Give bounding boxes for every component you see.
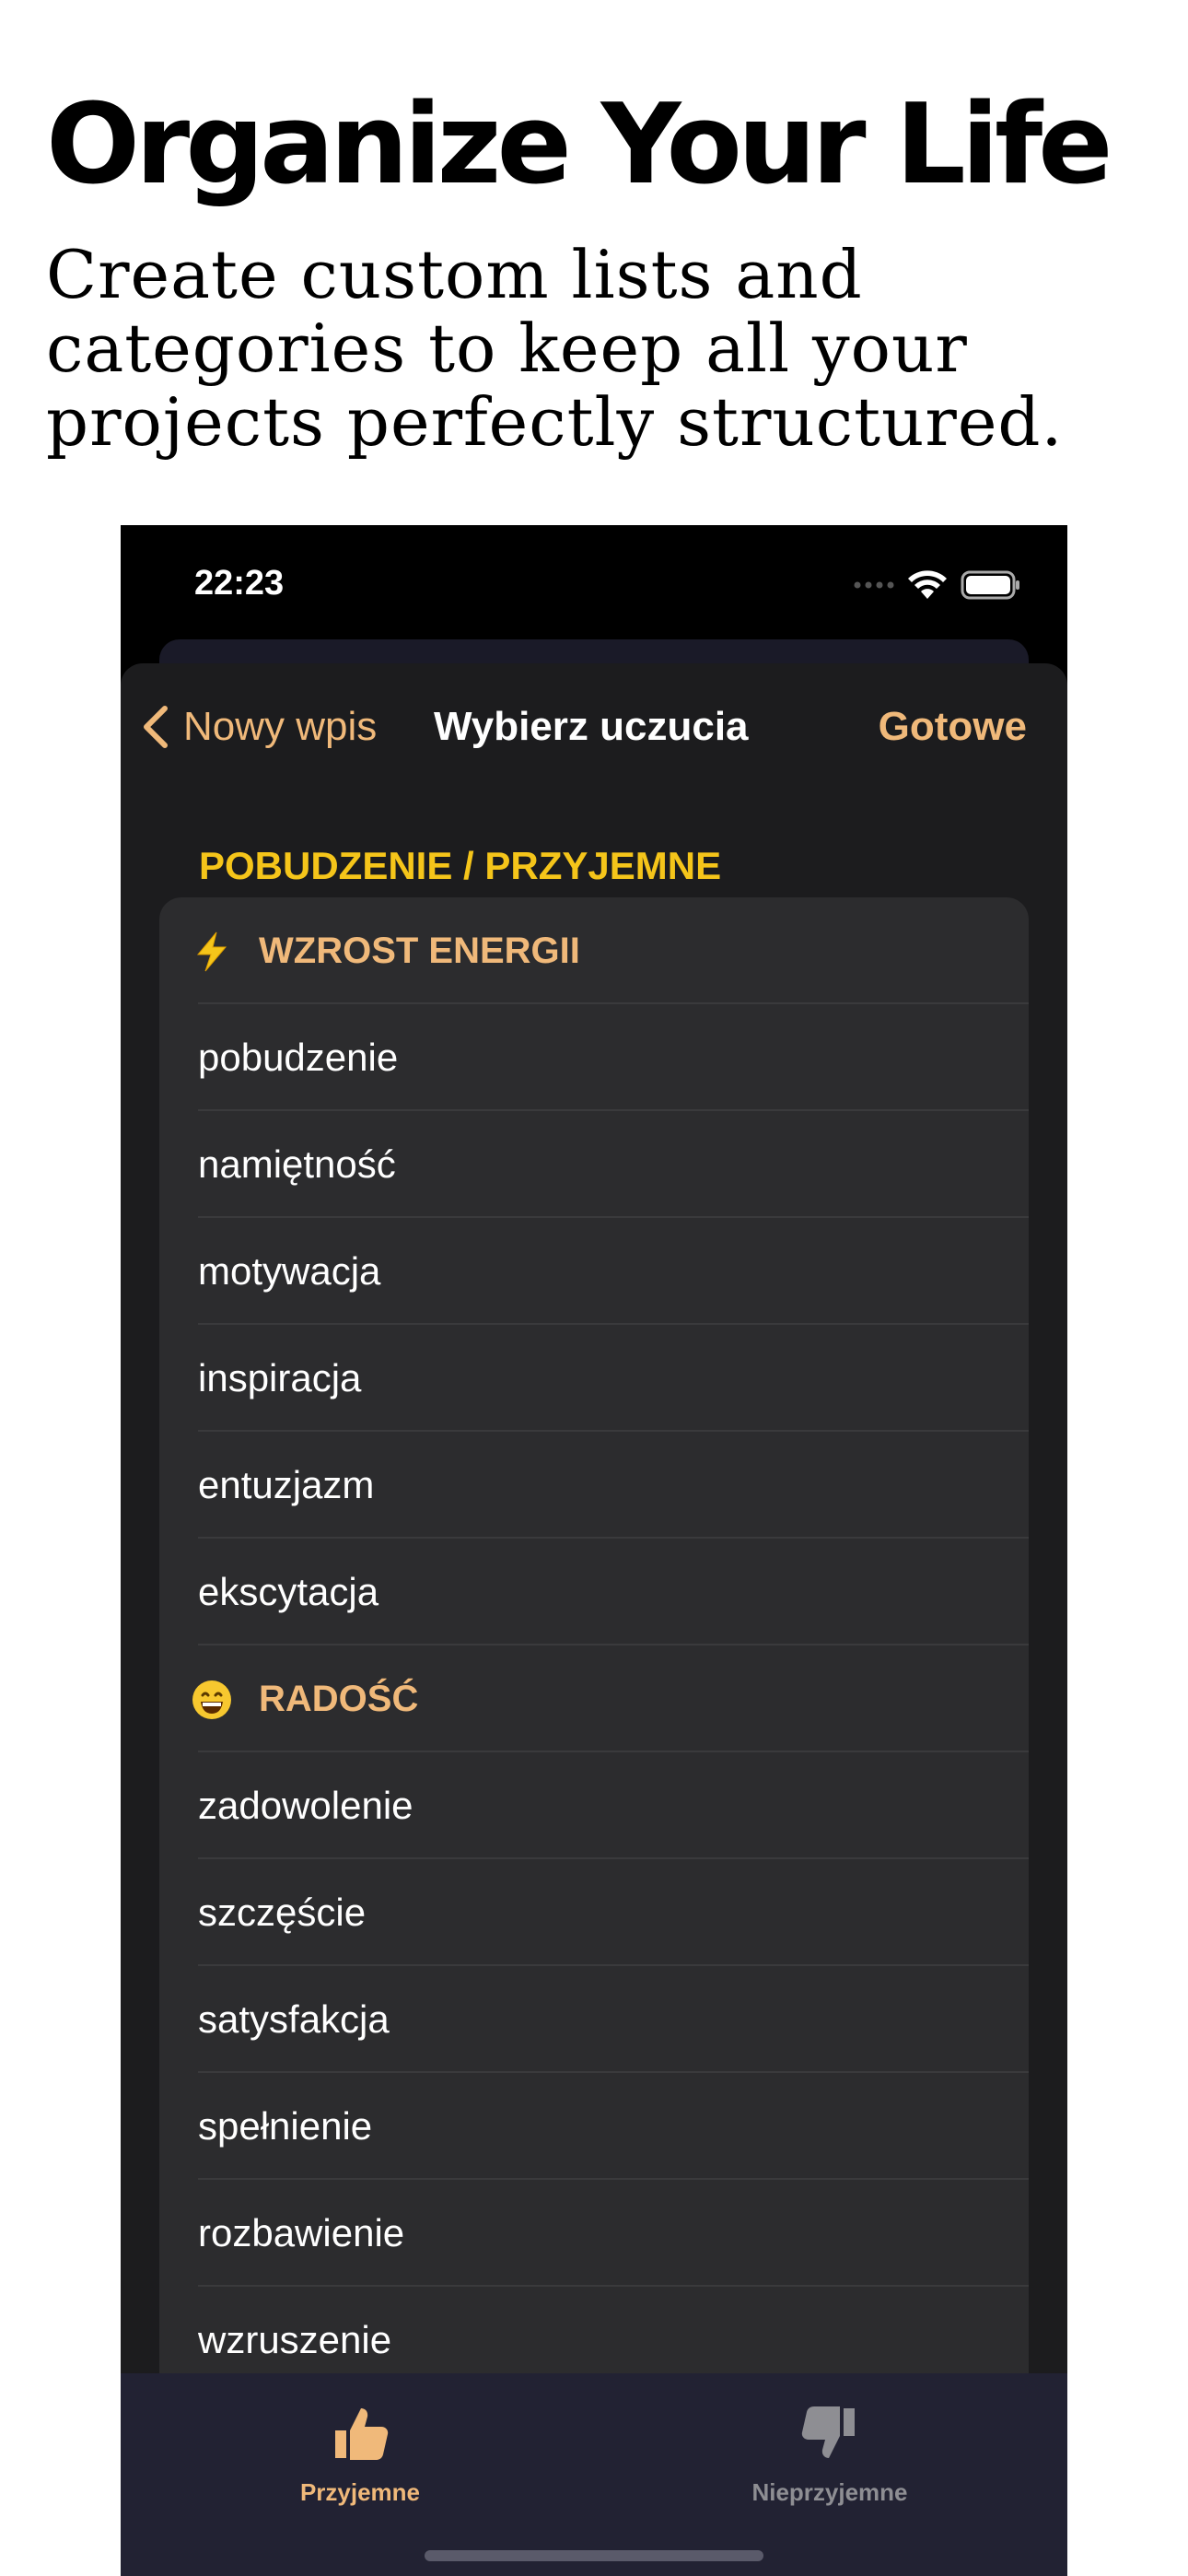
feeling-label: inspiracja — [198, 1356, 362, 1399]
feeling-label: entuzjazm — [198, 1463, 375, 1506]
section-title: POBUDZENIE / PRZYJEMNE — [199, 844, 722, 887]
feeling-row[interactable]: namiętność — [159, 1111, 1029, 1218]
battery-icon — [961, 570, 1019, 600]
feeling-label: zadowolenie — [198, 1784, 413, 1827]
category-header-label: RADOŚĆ — [259, 1679, 419, 1719]
feeling-row[interactable]: motywacja — [159, 1218, 1029, 1325]
feeling-row[interactable]: szczęście — [159, 1859, 1029, 1966]
feelings-list: WZROST ENERGII pobudzenie namiętność motywa… — [159, 897, 1029, 2519]
category-header: WZROST ENERGII — [159, 897, 1029, 1004]
back-button[interactable]: Nowy wpis — [141, 704, 377, 750]
category-header-label: WZROST ENERGII — [259, 931, 580, 971]
marketing-subheadline: Create custom lists and categories to ke… — [46, 236, 1064, 461]
feeling-row[interactable]: spełnienie — [159, 2073, 1029, 2180]
tab-przyjemne-label: Przyjemne — [299, 2478, 421, 2506]
wifi-icon — [908, 570, 947, 599]
feeling-row[interactable]: satysfakcja — [159, 1966, 1029, 2073]
feelings-sheet: Nowy wpis Wybierz uczucia Gotowe POBUDZE… — [121, 663, 1067, 2576]
thumbs-down-icon — [801, 2406, 855, 2458]
status-icons — [854, 569, 1021, 601]
signal-icon — [854, 581, 894, 589]
feeling-label: pobudzenie — [198, 1036, 399, 1079]
feeling-label: rozbawienie — [198, 2211, 405, 2254]
feeling-row[interactable]: pobudzenie — [159, 1004, 1029, 1111]
tab-przyjemne[interactable]: Przyjemne — [222, 2401, 498, 2507]
category-header: RADOŚĆ — [159, 1645, 1029, 1752]
feeling-row[interactable]: entuzjazm — [159, 1432, 1029, 1539]
feeling-label: ekscytacja — [198, 1570, 379, 1613]
feeling-row[interactable]: ekscytacja — [159, 1539, 1029, 1645]
tab-nieprzyjemne[interactable]: Nieprzyjemne — [692, 2401, 968, 2507]
tab-bar: Przyjemne Nieprzyjemne — [121, 2373, 1067, 2576]
feeling-label: szczęście — [198, 1891, 367, 1934]
grinning-face-icon — [191, 1679, 233, 1721]
navigation-bar: Nowy wpis Wybierz uczucia Gotowe — [121, 663, 1067, 802]
feeling-label: satysfakcja — [198, 1997, 390, 2041]
feeling-row[interactable]: inspiracja — [159, 1325, 1029, 1432]
done-button[interactable]: Gotowe — [879, 704, 1027, 750]
feeling-label: spełnienie — [198, 2104, 373, 2148]
feeling-row[interactable]: zadowolenie — [159, 1752, 1029, 1859]
thumbs-up-icon — [335, 2408, 389, 2460]
status-time: 22:23 — [194, 564, 285, 603]
phone-screen: 22:23 Nowy wpis Wybierz uczucia Gotowe P… — [121, 525, 1067, 2576]
lightning-icon — [191, 931, 233, 973]
home-indicator — [425, 2550, 763, 2561]
tab-nieprzyjemne-label: Nieprzyjemne — [751, 2478, 908, 2506]
marketing-headline: Organize Your Life — [46, 81, 1113, 209]
chevron-left-icon — [144, 706, 168, 748]
feeling-row[interactable]: rozbawienie — [159, 2180, 1029, 2287]
feeling-label: namiętność — [198, 1142, 396, 1186]
feeling-label: motywacja — [198, 1249, 381, 1293]
nav-title: Wybierz uczucia — [434, 704, 749, 749]
back-button-label: Nowy wpis — [183, 704, 378, 749]
